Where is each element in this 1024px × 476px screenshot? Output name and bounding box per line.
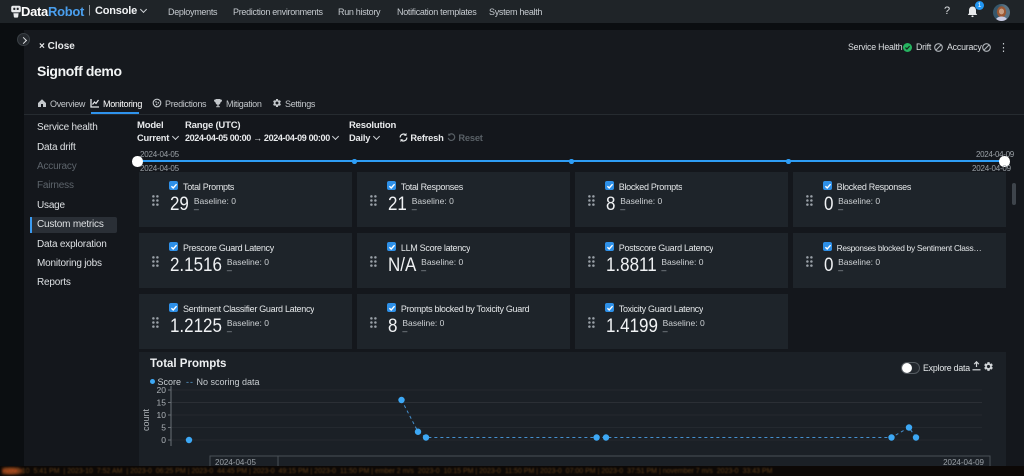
svg-text:20: 20: [157, 386, 167, 395]
svg-text:2024-04-05: 2024-04-05: [215, 458, 256, 466]
svg-text:15: 15: [157, 398, 167, 408]
svg-text:5: 5: [161, 423, 166, 433]
svg-text:10: 10: [157, 410, 167, 420]
svg-text:2024-04-09: 2024-04-09: [943, 458, 984, 466]
svg-text:0: 0: [161, 435, 166, 445]
svg-text:count: count: [141, 408, 151, 431]
